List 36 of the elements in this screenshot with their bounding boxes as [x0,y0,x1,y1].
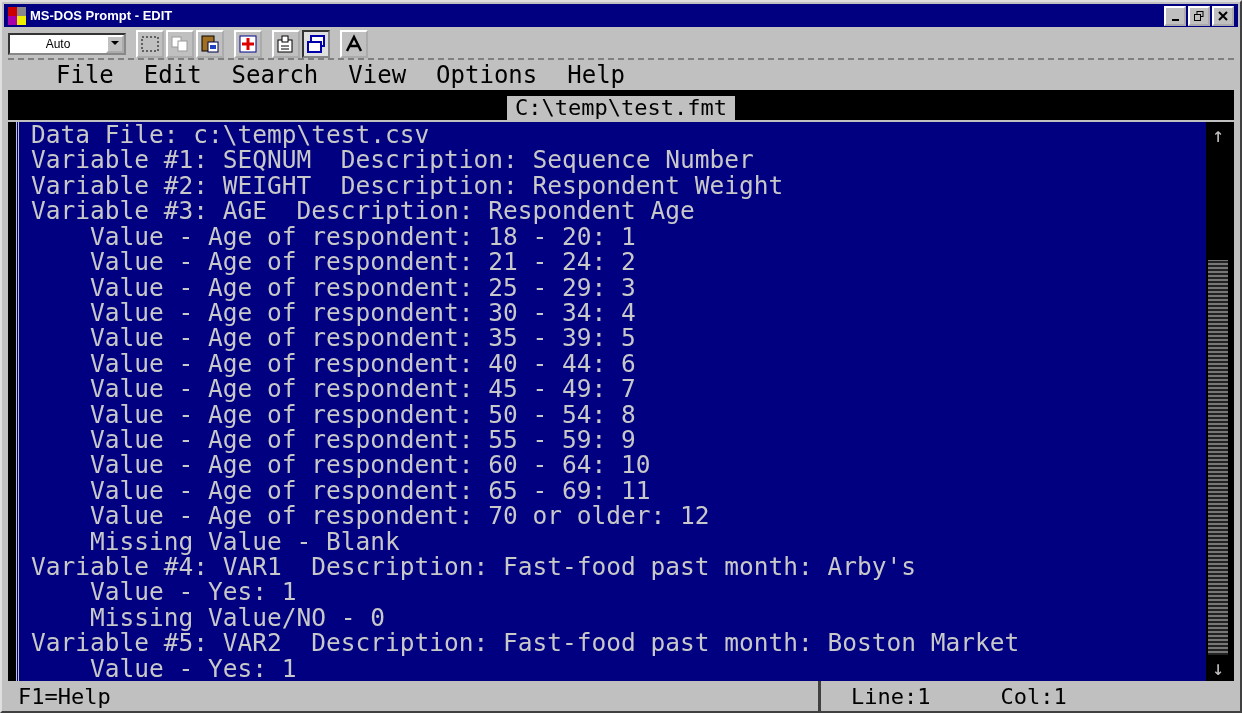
window-title: MS-DOS Prompt - EDIT [30,8,173,24]
paste-button[interactable] [196,29,224,58]
menu-item[interactable]: File [56,61,114,90]
minimize-icon [1171,18,1179,21]
copy-icon [170,33,190,54]
help-hint: F1=Help [18,683,112,709]
scroll-up-arrow[interactable]: ↑ [1211,122,1224,149]
line-indicator: Line:1 [851,683,931,709]
close-button[interactable] [1212,5,1234,26]
background-button[interactable] [302,29,330,58]
windows-icon [306,33,326,54]
clipboard-icon [200,33,220,54]
menu-item[interactable]: Search [231,61,319,90]
font-icon [344,33,364,54]
scrollbar-thumb[interactable] [1208,259,1228,655]
close-icon [1218,10,1228,21]
app-icon [8,6,26,25]
caret-icon [111,41,119,47]
menu-item[interactable]: Edit [143,61,202,90]
restore-icon [1194,10,1204,21]
restore-button[interactable] [1188,5,1210,26]
column-indicator: Col:1 [1000,683,1067,709]
mark-button[interactable] [136,29,164,58]
menu-item[interactable]: Options [436,61,538,90]
file-title: C:\temp\test.fmt [507,96,735,121]
font-size-dropdown[interactable]: Auto [8,32,126,55]
menu-item[interactable]: View [348,61,407,90]
text-editor[interactable]: Data File: c:\temp\test.csv Variable #1: SEQNUM Description: Sequence Number Variable #2: WEIGHT Description: Respondent Weight Variable #3: AGE Description: Respondent Age Value - Age of respondent: 18 - 20: 1 Value - Age of respondent: 21 - 24: 2 Value - Age of respondent: 25 - 29: 3 Value - Age of respondent: 30 - 34: 4 Value - Age of respondent: 35 - 39: 5 Value - Age of respondent: 40 - 44: 6 Value - Age of respondent: 45 - 49: 7 Value - Age of respondent: 50 - 54: 8 Value - Age of respondent: 55 - 59: 9 Value - Age of respondent: 60 - 64: 10 Value - Age of respondent: 65 - 69: 11 Value - Age of respondent: 70 or older: 12 Missing Value - Blank Variable #4: VAR1 Description: Fast-food past month: Arby's Value - Yes: 1 Missing Value/NO - 0 Variable #5: VAR2 Description: Fast-food past month: Boston Market Value - Yes: 1 [16,122,1206,681]
menu-item[interactable]: Help [567,61,626,90]
minimize-button[interactable] [1164,5,1186,26]
properties-button[interactable] [272,29,300,58]
full-screen-icon [238,33,258,54]
full-screen-button[interactable] [234,29,262,58]
font-button[interactable] [340,29,368,58]
dashed-rectangle-icon [140,33,160,54]
scroll-down-arrow[interactable]: ↓ [1211,655,1224,681]
